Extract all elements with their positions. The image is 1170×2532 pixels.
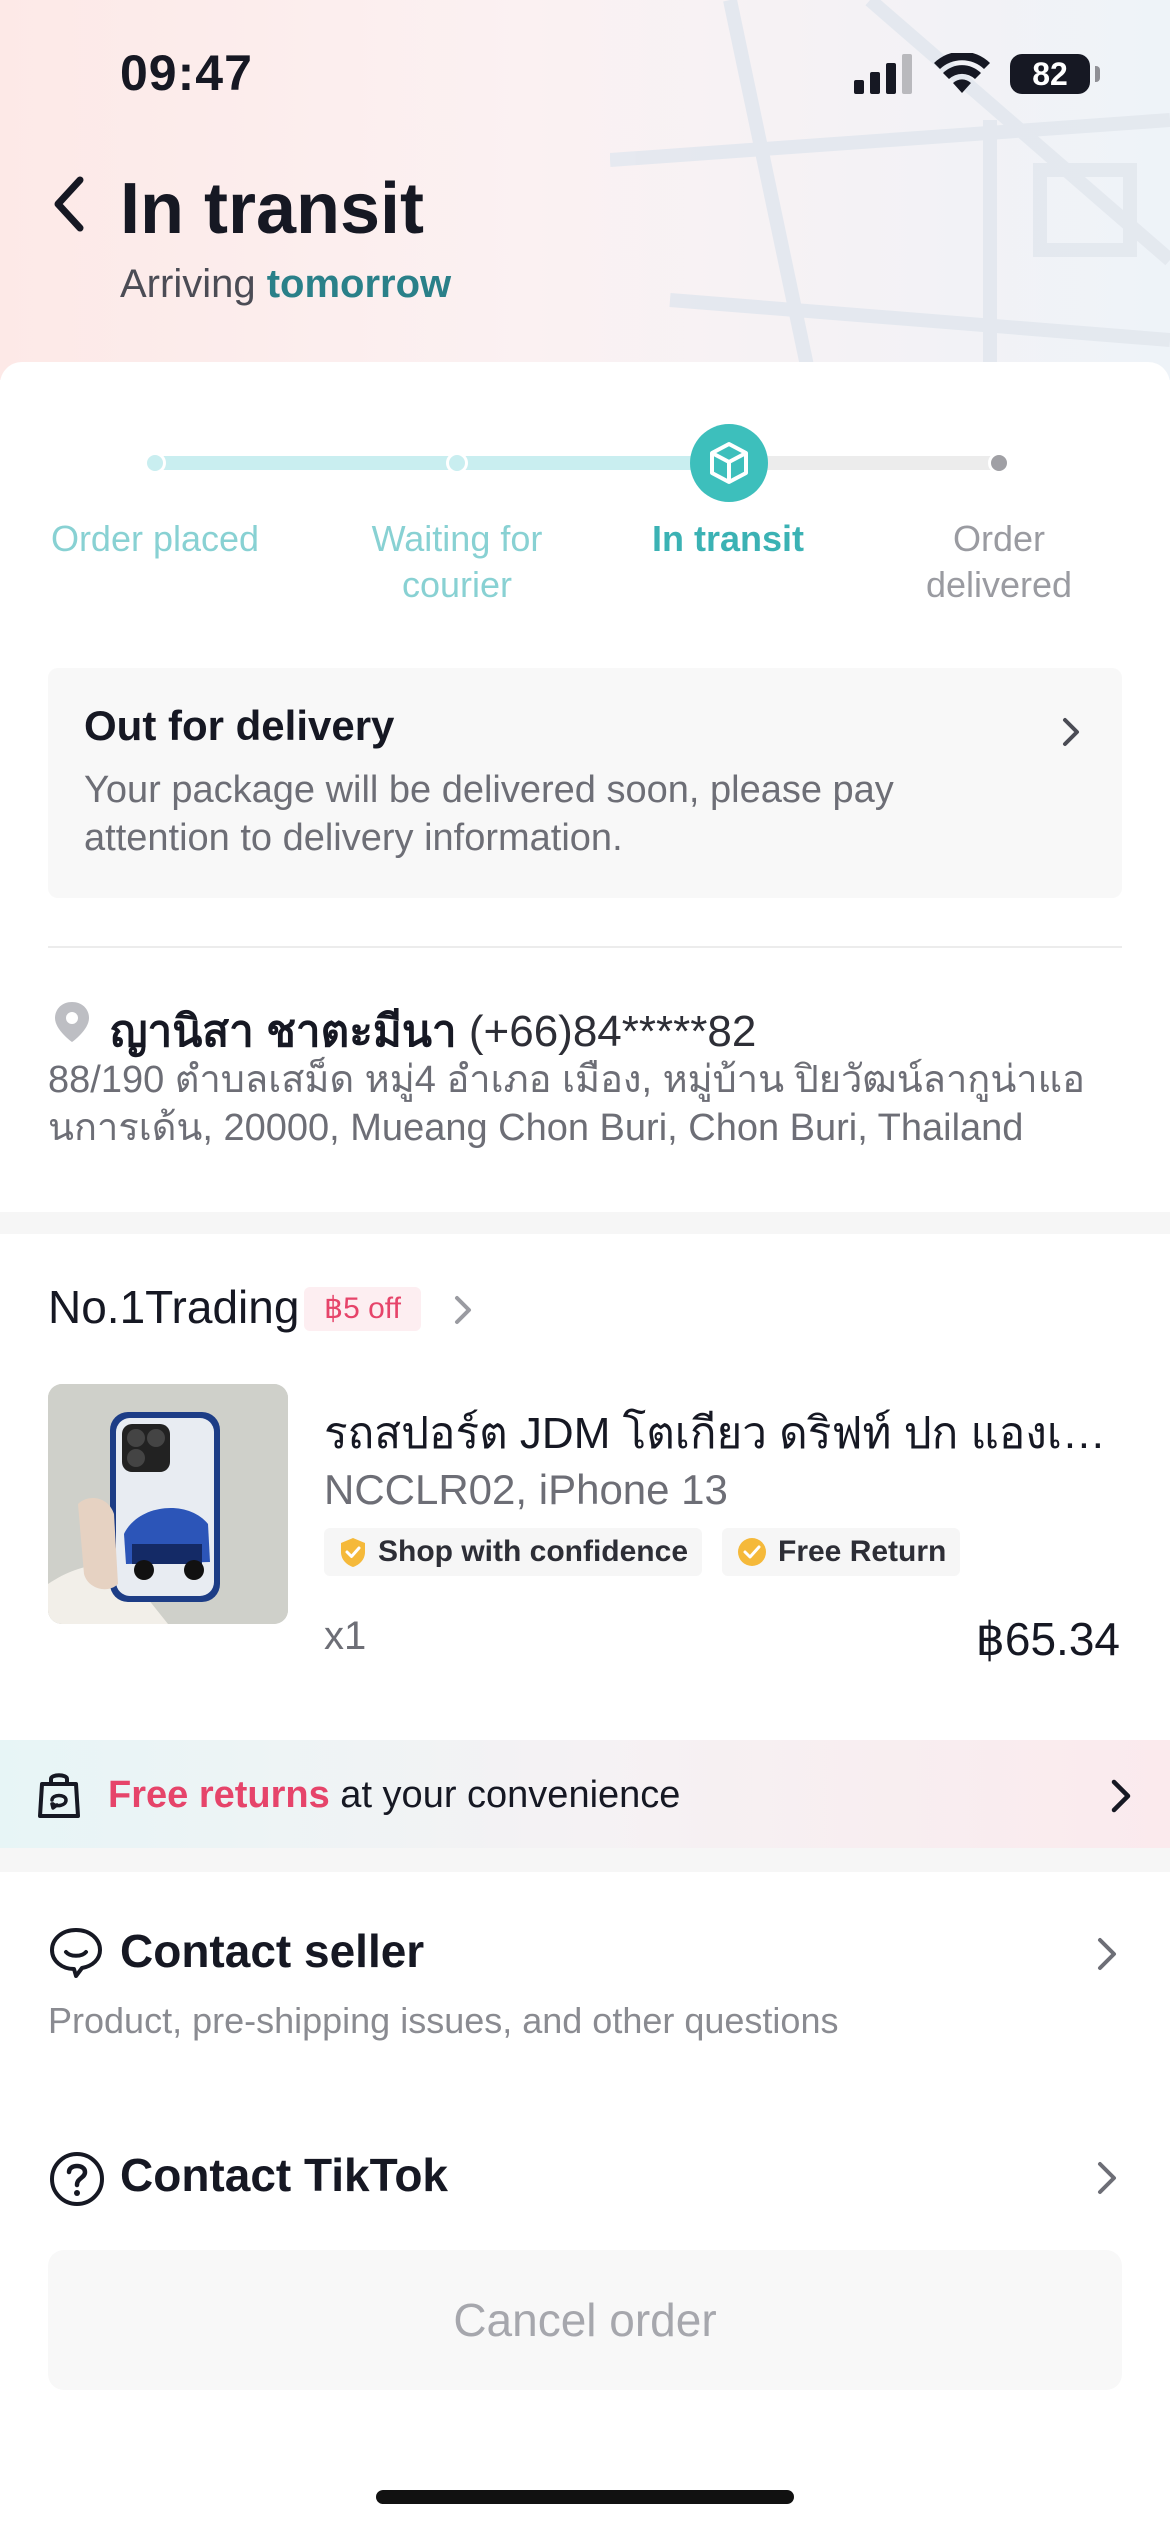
shop-name[interactable]: No.1Trading xyxy=(48,1280,299,1334)
step-label-line: Order placed xyxy=(50,518,260,559)
free-returns-text: Free returns at your convenience xyxy=(108,1774,680,1817)
signal-icon xyxy=(854,54,912,94)
help-circle-icon xyxy=(48,2150,106,2213)
tag-label: Shop with confidence xyxy=(378,1535,689,1568)
returns-chevron xyxy=(1106,1776,1136,1821)
section-separator xyxy=(0,1212,1170,1234)
divider xyxy=(48,946,1122,948)
arrival-prefix: Arriving xyxy=(120,262,256,306)
return-badge-icon xyxy=(738,1538,766,1566)
battery-icon: 82 xyxy=(1010,54,1100,94)
shop-coupon-badge[interactable]: ฿5 off xyxy=(304,1287,421,1331)
contact-seller-chevron[interactable] xyxy=(1092,1934,1122,1979)
recipient-name: ญานิสา ชาตะมีนา xyxy=(110,1007,457,1056)
step-label-line: Waiting for xyxy=(371,518,543,559)
return-bag-icon xyxy=(36,1770,82,1825)
delivery-status-description: Your package will be delivered soon, ple… xyxy=(84,769,894,859)
step-label-line: delivered xyxy=(925,564,1073,605)
step-dot-waiting-courier xyxy=(446,452,468,474)
cancel-order-button[interactable]: Cancel order xyxy=(48,2250,1122,2390)
contact-tiktok-chevron[interactable] xyxy=(1092,2158,1122,2203)
status-time: 09:47 xyxy=(120,45,253,101)
step-label-waiting-courier: Waiting for courier xyxy=(327,516,587,608)
delivery-chevron xyxy=(1056,714,1086,755)
arrival-day: tomorrow xyxy=(266,262,452,306)
shipping-address: 88/190 ตำบลเสม็ด หมู่4 อำเภอ เมือง, หมู่… xyxy=(48,1059,1085,1149)
product-variant: NCCLR02, iPhone 13 xyxy=(324,1466,728,1513)
back-button[interactable] xyxy=(44,168,94,240)
product-price: ฿65.34 xyxy=(975,1613,1120,1665)
product-image[interactable] xyxy=(48,1384,288,1624)
step-label-line: courier xyxy=(401,564,513,605)
package-icon xyxy=(710,442,748,484)
progress-track-done xyxy=(155,456,725,470)
wifi-icon xyxy=(934,53,990,93)
contact-tiktok-title[interactable]: Contact TikTok xyxy=(120,2148,448,2202)
tag-shop-with-confidence: Shop with confidence xyxy=(324,1528,703,1576)
chevron-right-icon xyxy=(1063,718,1079,746)
chevron-right-icon xyxy=(455,1296,471,1324)
product-quantity: x1 xyxy=(324,1614,367,1658)
delivery-status-title: Out for delivery xyxy=(84,702,395,749)
step-current-in-transit xyxy=(690,424,768,502)
home-indicator[interactable] xyxy=(376,2490,794,2504)
step-dot-order-placed xyxy=(144,452,166,474)
shop-chevron[interactable] xyxy=(450,1292,476,1333)
step-dot-delivered xyxy=(988,452,1010,474)
chevron-right-icon xyxy=(1098,1938,1116,1970)
free-returns-highlight: Free returns xyxy=(108,1774,330,1816)
chat-bubble-icon xyxy=(48,1926,104,1985)
step-label-order-placed: Order placed xyxy=(25,516,285,562)
section-separator xyxy=(0,1848,1170,1872)
chevron-right-icon xyxy=(1111,1779,1131,1813)
free-returns-rest: at your convenience xyxy=(329,1774,681,1816)
product-title[interactable]: รถสปอร์ต JDM โตเกียว ดริฟท์ ปก แองเจิ... xyxy=(324,1398,1124,1468)
step-label-in-transit: In transit xyxy=(598,516,858,562)
step-label-delivered: Order delivered xyxy=(869,516,1129,608)
arrival-subtitle: Arriving tomorrow xyxy=(120,262,451,307)
tag-label: Free Return xyxy=(778,1535,947,1568)
page-title: In transit xyxy=(120,169,425,249)
phone-case-image xyxy=(48,1384,288,1624)
contact-seller-title[interactable]: Contact seller xyxy=(120,1924,424,1978)
location-pin-icon xyxy=(52,1000,92,1049)
shield-check-icon xyxy=(341,1538,365,1567)
step-label-line: Order xyxy=(952,518,1046,559)
chevron-right-icon xyxy=(1098,2162,1116,2194)
tag-free-return: Free Return xyxy=(722,1528,961,1576)
recipient-phone: (+66)84*****82 xyxy=(468,1007,757,1056)
contact-seller-subtitle: Product, pre-shipping issues, and other … xyxy=(48,2000,839,2041)
chevron-left-icon xyxy=(54,176,84,232)
step-label-line: In transit xyxy=(651,518,804,559)
status-icons: 82 xyxy=(854,52,1100,96)
